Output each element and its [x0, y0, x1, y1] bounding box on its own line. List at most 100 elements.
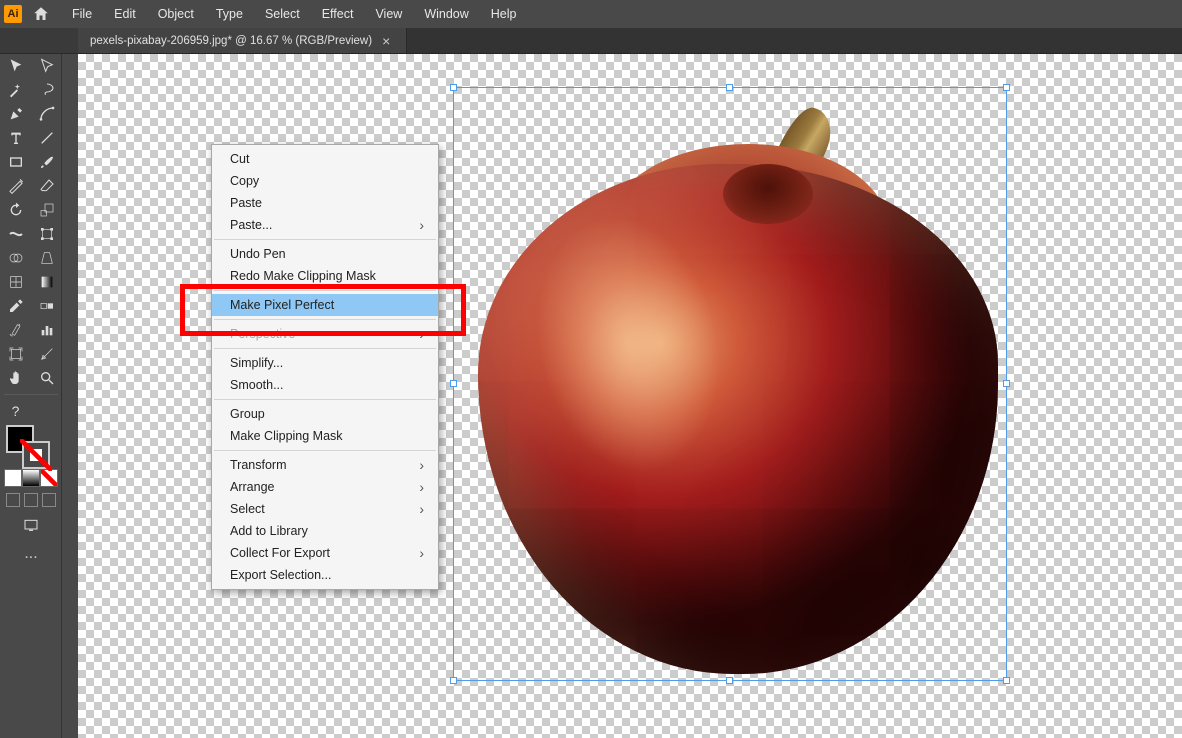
ctx-item-label: Smooth... [230, 378, 284, 392]
ctx-item-label: Arrange [230, 480, 274, 494]
ctx-item-label: Group [230, 407, 265, 421]
draw-normal[interactable] [6, 493, 20, 507]
tool-column-graph[interactable] [31, 318, 62, 342]
ctx-item-group[interactable]: Group [212, 403, 438, 425]
screen-mode-button[interactable] [0, 511, 62, 539]
ctx-item-paste[interactable]: Paste... [212, 214, 438, 236]
document-tab[interactable]: pexels-pixabay-206959.jpg* @ 16.67 % (RG… [78, 28, 407, 53]
ctx-item-label: Cut [230, 152, 249, 166]
tool-mesh[interactable] [0, 270, 31, 294]
ctx-item-arrange[interactable]: Arrange [212, 476, 438, 498]
handle-w[interactable] [450, 380, 457, 387]
ctx-item-label: Perspective [230, 327, 295, 341]
edit-toolbar[interactable] [31, 399, 62, 423]
stroke-swatch[interactable] [22, 441, 50, 469]
tool-selection[interactable] [0, 54, 31, 78]
tool-scale[interactable] [31, 198, 62, 222]
menu-file[interactable]: File [62, 3, 102, 25]
close-icon[interactable]: × [382, 35, 394, 47]
tool-rotate[interactable] [0, 198, 31, 222]
ctx-separator [214, 450, 436, 451]
tool-perspective[interactable] [31, 246, 62, 270]
ctx-separator [214, 348, 436, 349]
ctx-item-smooth[interactable]: Smooth... [212, 374, 438, 396]
draw-behind[interactable] [24, 493, 38, 507]
menu-help[interactable]: Help [481, 3, 527, 25]
tool-zoom[interactable] [31, 366, 62, 390]
tool-eyedropper[interactable] [0, 294, 31, 318]
ctx-item-make-clipping-mask[interactable]: Make Clipping Mask [212, 425, 438, 447]
ctx-item-export-selection[interactable]: Export Selection... [212, 564, 438, 586]
menu-type[interactable]: Type [206, 3, 253, 25]
artboard[interactable]: Cut Copy Paste Paste... Undo PenRedo Make Cl… [78, 54, 1182, 738]
menu-bar: Ai File Edit Object Type Select Effect V… [0, 0, 1182, 28]
tool-shaper[interactable] [0, 174, 31, 198]
tool-shape-builder[interactable] [0, 246, 31, 270]
tool-symbol-sprayer[interactable] [0, 318, 31, 342]
handle-n[interactable] [726, 84, 733, 91]
menu-edit[interactable]: Edit [104, 3, 146, 25]
handle-sw[interactable] [450, 677, 457, 684]
screen-mode-row [0, 489, 62, 511]
tool-hand[interactable] [0, 366, 31, 390]
ctx-item-copy[interactable]: Copy [212, 170, 438, 192]
ctx-separator [214, 399, 436, 400]
ctx-item-redo-make-clipping-mask[interactable]: Redo Make Clipping Mask [212, 265, 438, 287]
ctx-item-simplify[interactable]: Simplify... [212, 352, 438, 374]
tool-width[interactable] [0, 222, 31, 246]
menu-view[interactable]: View [365, 3, 412, 25]
ctx-separator [214, 290, 436, 291]
ctx-item-label: Copy [230, 174, 259, 188]
menu-window[interactable]: Window [414, 3, 478, 25]
ctx-item-transform[interactable]: Transform [212, 454, 438, 476]
menu-select[interactable]: Select [255, 3, 310, 25]
tool-help[interactable]: ? [0, 399, 31, 423]
ctx-item-select[interactable]: Select [212, 498, 438, 520]
color-mode-solid[interactable] [4, 469, 22, 487]
tool-lasso[interactable] [31, 78, 62, 102]
edit-toolbar-more[interactable]: ... [0, 539, 62, 569]
tool-artboard[interactable] [0, 342, 31, 366]
color-mode-gradient[interactable] [22, 469, 40, 487]
tool-line[interactable] [31, 126, 62, 150]
ctx-item-paste[interactable]: Paste [212, 192, 438, 214]
selection-bounding-box[interactable] [453, 87, 1007, 681]
app-icon: Ai [4, 5, 22, 23]
home-icon[interactable] [32, 5, 50, 23]
tool-direct-selection[interactable] [31, 54, 62, 78]
handle-s[interactable] [726, 677, 733, 684]
handle-nw[interactable] [450, 84, 457, 91]
tool-blend[interactable] [31, 294, 62, 318]
ctx-item-add-to-library[interactable]: Add to Library [212, 520, 438, 542]
tool-pen[interactable] [0, 102, 31, 126]
ctx-item-label: Make Clipping Mask [230, 429, 343, 443]
tool-curvature[interactable] [31, 102, 62, 126]
ctx-separator [214, 239, 436, 240]
ctx-item-undo-pen[interactable]: Undo Pen [212, 243, 438, 265]
tool-paintbrush[interactable] [31, 150, 62, 174]
fill-stroke-control[interactable] [0, 423, 62, 467]
ctx-item-cut[interactable]: Cut [212, 148, 438, 170]
tool-slice[interactable] [31, 342, 62, 366]
ctx-item-label: Add to Library [230, 524, 308, 538]
handle-ne[interactable] [1003, 84, 1010, 91]
tool-type[interactable] [0, 126, 31, 150]
ctx-item-label: Paste [230, 196, 262, 210]
tool-gradient[interactable] [31, 270, 62, 294]
ctx-item-collect-for-export[interactable]: Collect For Export [212, 542, 438, 564]
tool-free-transform[interactable] [31, 222, 62, 246]
ctx-item-label: Collect For Export [230, 546, 330, 560]
ctx-item-make-pixel-perfect[interactable]: Make Pixel Perfect [212, 294, 438, 316]
color-mode-row [4, 469, 58, 487]
menu-object[interactable]: Object [148, 3, 204, 25]
tool-eraser[interactable] [31, 174, 62, 198]
menu-effect[interactable]: Effect [312, 3, 364, 25]
handle-se[interactable] [1003, 677, 1010, 684]
options-bar [0, 28, 78, 54]
context-menu: Cut Copy Paste Paste... Undo PenRedo Make Cl… [211, 144, 439, 590]
draw-inside[interactable] [42, 493, 56, 507]
tool-magic-wand[interactable] [0, 78, 31, 102]
tool-rectangle[interactable] [0, 150, 31, 174]
color-mode-none[interactable] [40, 469, 58, 487]
handle-e[interactable] [1003, 380, 1010, 387]
